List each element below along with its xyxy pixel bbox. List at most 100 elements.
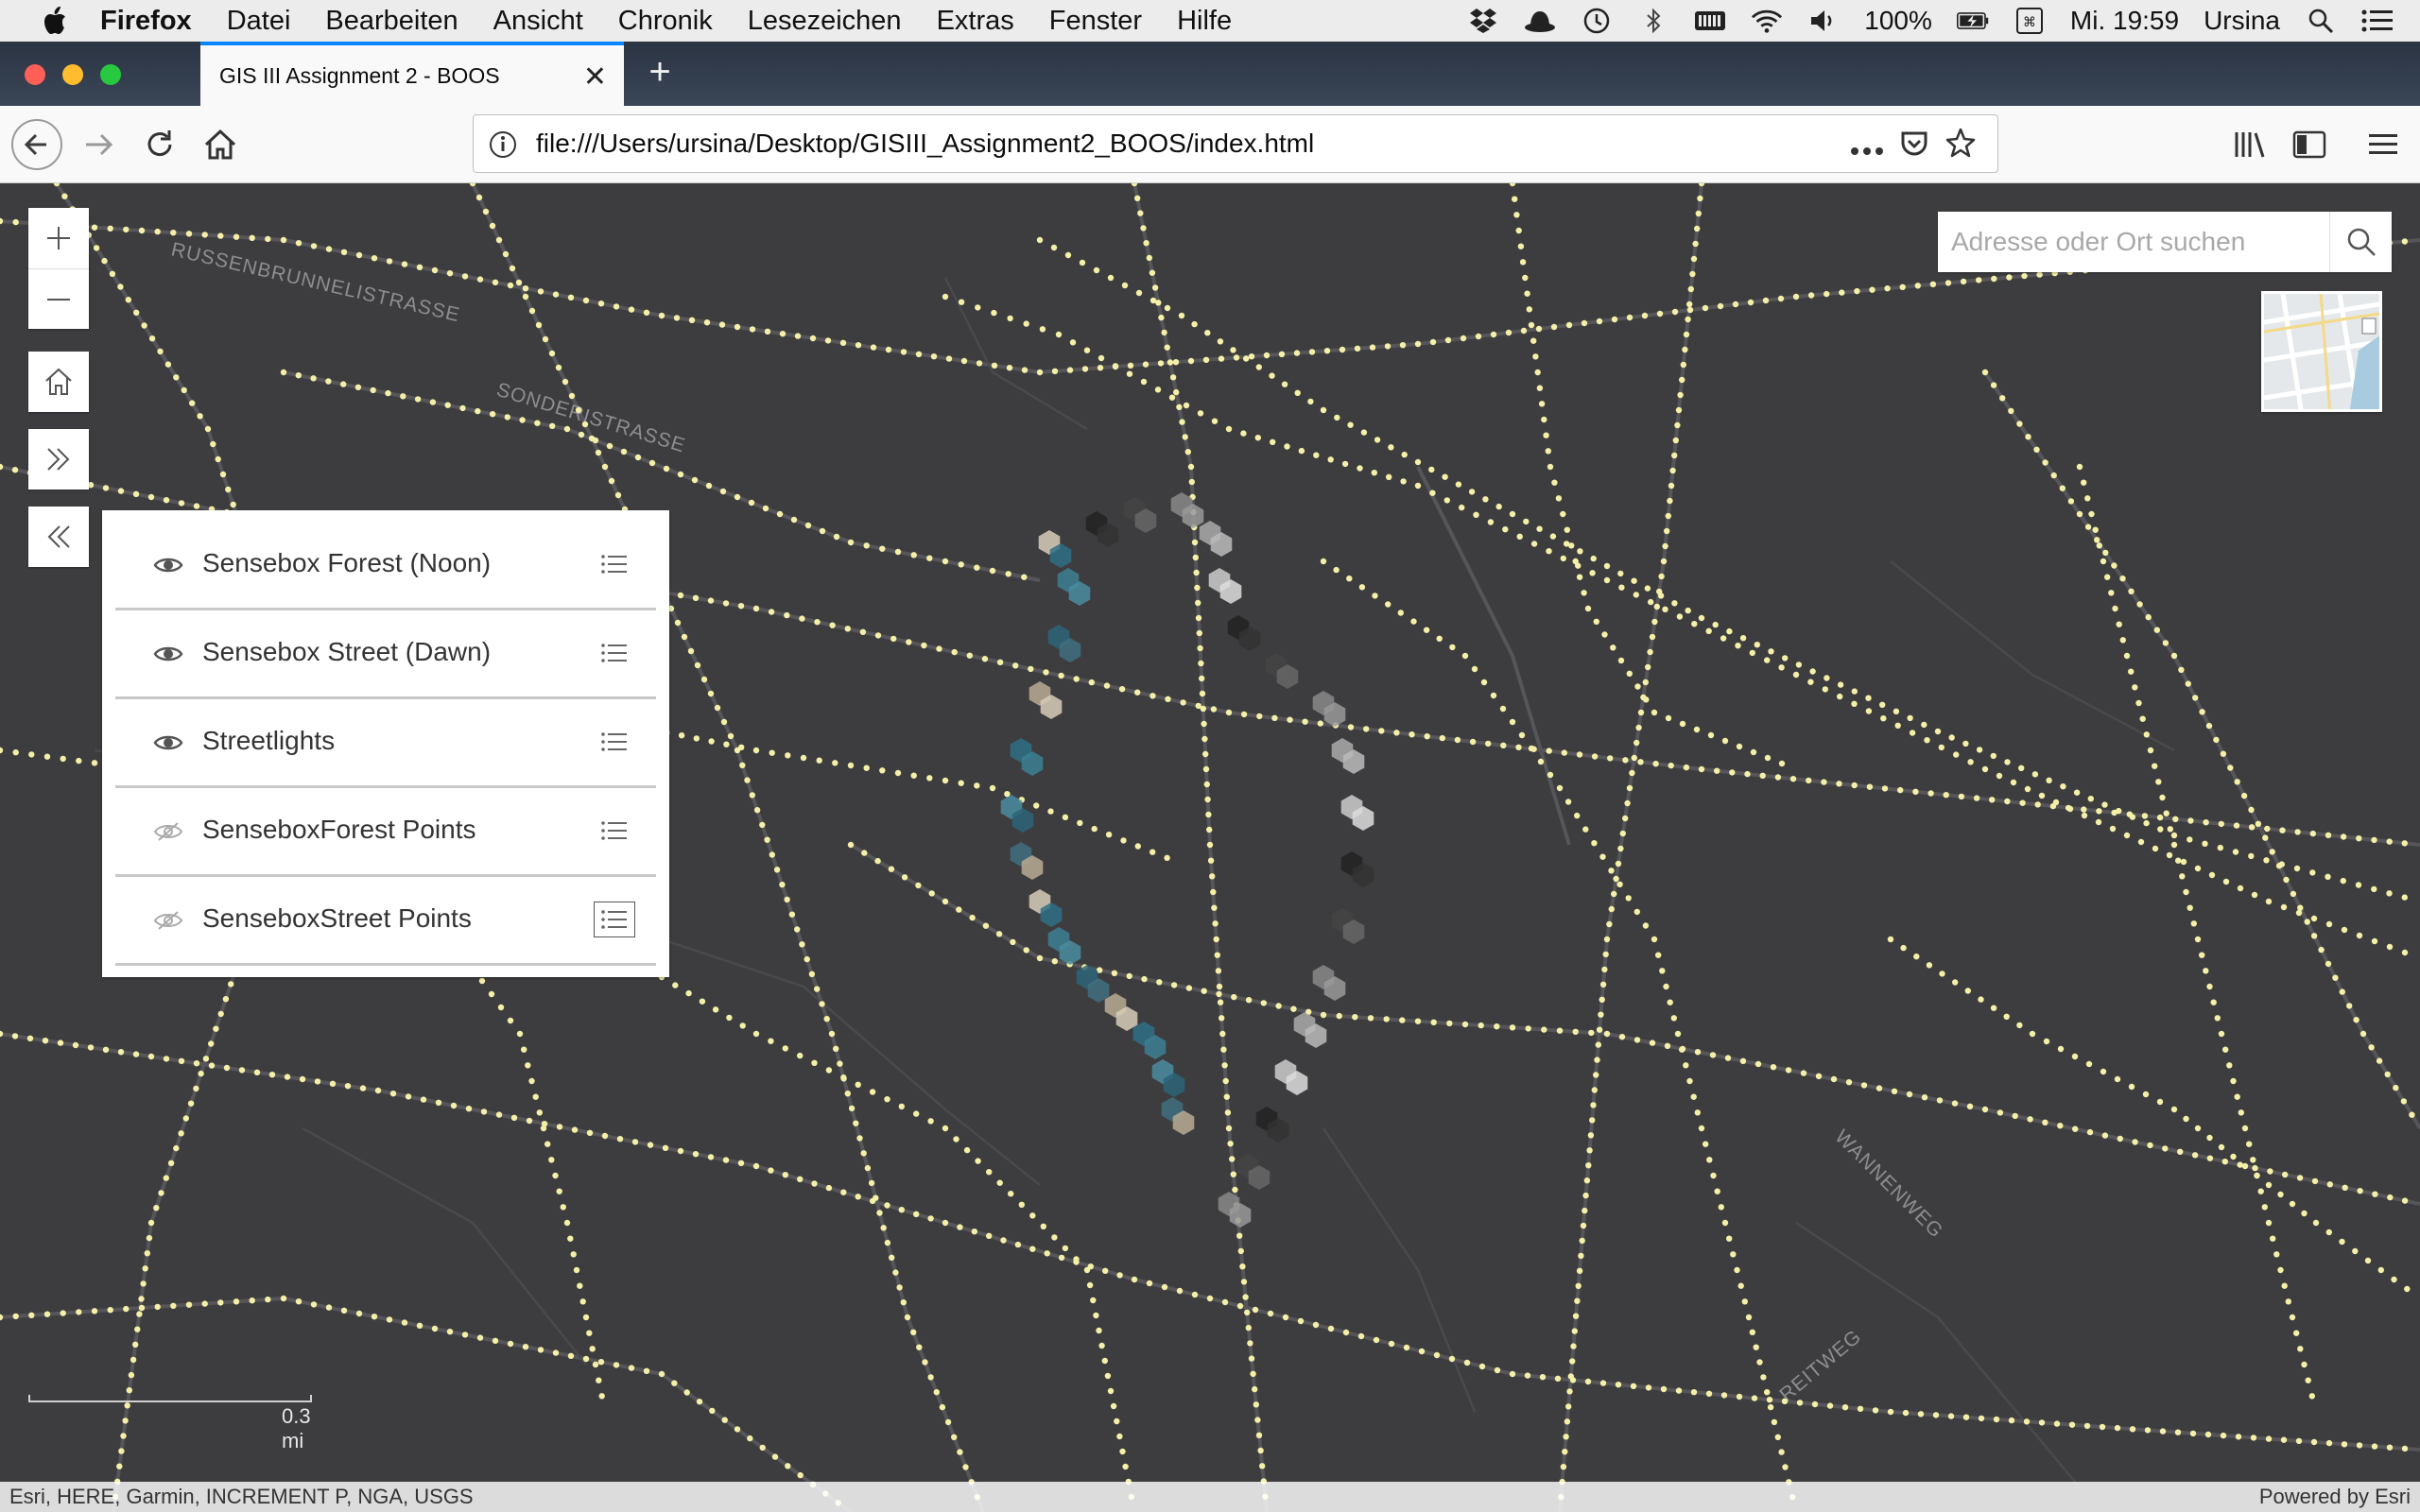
library-icon[interactable] [2223, 117, 2278, 172]
streetlight-point [2360, 1030, 2367, 1038]
close-tab-icon[interactable]: ✕ [583, 60, 607, 94]
streetlight-point [193, 1085, 199, 1092]
expand-panel-button[interactable] [28, 429, 89, 490]
keyboard-icon[interactable] [1694, 7, 1726, 35]
overview-map[interactable] [2261, 291, 2382, 412]
menu-ansicht[interactable]: Ansicht [493, 6, 583, 37]
tab-gis-assignment[interactable]: GIS III Assignment 2 - BOOS ✕ [200, 42, 624, 106]
zoom-in-button[interactable] [28, 208, 89, 268]
wifi-icon[interactable] [1751, 7, 1783, 35]
zoom-window-button[interactable] [100, 64, 121, 85]
streetlight-point [592, 437, 599, 444]
layer-item[interactable]: Sensebox Street (Dawn) [115, 610, 656, 699]
address-search-input[interactable] [1938, 212, 2329, 272]
streetlight-point [2132, 1139, 2138, 1145]
menu-datei[interactable]: Datei [227, 6, 291, 37]
menu-lesezeichen[interactable]: Lesezeichen [748, 6, 902, 37]
hat-icon[interactable] [1524, 7, 1556, 35]
forward-button[interactable] [72, 117, 127, 172]
menubar-user[interactable]: Ursina [2204, 6, 2280, 36]
reload-button[interactable] [132, 117, 187, 172]
collapse-panel-button[interactable] [28, 507, 89, 567]
streetlight-point [874, 857, 881, 865]
menu-extras[interactable]: Extras [937, 6, 1014, 37]
visibility-on-icon[interactable] [153, 641, 183, 667]
streetlight-point [2199, 709, 2205, 715]
home-button[interactable] [193, 117, 248, 172]
streetlight-point [975, 304, 981, 311]
map-view[interactable]: RUSSENBRUNNELISTRASSE SONDERISTRASSE WAN… [0, 183, 2420, 1512]
battery-icon[interactable] [1956, 7, 1989, 35]
streetlight-point [957, 1449, 963, 1455]
layer-item[interactable]: SenseboxStreet Points [115, 877, 656, 966]
input-menu-icon[interactable]: ⌘ [2014, 7, 2046, 35]
bookmark-star-icon[interactable] [1945, 127, 1977, 165]
streetlight-point [11, 467, 19, 473]
menu-hilfe[interactable]: Hilfe [1177, 6, 1232, 37]
pocket-icon[interactable] [1899, 129, 1929, 165]
streetlight-point [699, 998, 706, 1005]
layer-legend-icon[interactable] [594, 546, 635, 582]
bluetooth-icon[interactable] [1637, 7, 1669, 35]
layer-legend-icon[interactable] [594, 724, 635, 760]
streetlight-point [2267, 1168, 2273, 1175]
url-text[interactable]: file:///Users/ursina/Desktop/GISIII_Assi… [536, 129, 1314, 159]
zoom-out-button[interactable] [28, 268, 89, 329]
visibility-off-icon[interactable] [153, 907, 183, 934]
visibility-on-icon[interactable] [153, 730, 183, 756]
url-bar[interactable]: file:///Users/ursina/Desktop/GISIII_Assi… [473, 114, 1998, 173]
layer-item[interactable]: SenseboxForest Points [115, 788, 656, 877]
streetlight-point [782, 1045, 788, 1052]
menu-bearbeiten[interactable]: Bearbeiten [325, 6, 458, 37]
streetlight-point [1102, 1267, 1109, 1275]
visibility-on-icon[interactable] [153, 552, 183, 578]
streetlight-point [2254, 1172, 2260, 1179]
streetlight-point [1111, 970, 1118, 976]
spotlight-icon[interactable] [2305, 7, 2337, 35]
time-machine-icon[interactable] [1581, 7, 1613, 35]
page-actions-icon[interactable] [1850, 132, 1884, 163]
menubar-clock[interactable]: Mi. 19:59 [2070, 6, 2179, 36]
layer-item[interactable]: Sensebox Forest (Noon) [115, 522, 656, 610]
powered-by-esri[interactable]: Powered by Esri [2259, 1485, 2411, 1509]
sidebar-toggle-icon[interactable] [2282, 117, 2337, 172]
close-window-button[interactable] [25, 64, 45, 85]
streetlight-point [1414, 340, 1422, 348]
home-extent-button[interactable] [28, 352, 89, 412]
volume-icon[interactable] [1807, 7, 1840, 35]
streetlight-point [1176, 1287, 1184, 1295]
streetlight-point [1141, 975, 1148, 983]
dropbox-icon[interactable] [1467, 7, 1499, 35]
menu-chronik[interactable]: Chronik [618, 6, 713, 37]
menu-app-firefox[interactable]: Firefox [100, 6, 192, 37]
search-button[interactable] [2329, 212, 2392, 272]
notification-center-icon[interactable] [2361, 7, 2394, 35]
hamburger-menu-icon[interactable] [2356, 117, 2411, 172]
streetlight-point [1495, 503, 1502, 510]
layer-legend-icon[interactable] [594, 813, 635, 849]
streetlight-point [1736, 743, 1743, 750]
streetlight-point [2135, 699, 2142, 707]
new-tab-button[interactable]: + [639, 51, 681, 93]
minimize-window-button[interactable] [62, 64, 83, 85]
streetlight-point [299, 1075, 306, 1083]
info-icon[interactable] [489, 130, 517, 165]
streetlight-point [1909, 730, 1916, 736]
streetlight-point [1899, 284, 1906, 290]
layer-item[interactable]: Streetlights [115, 699, 656, 788]
streetlight-point [1830, 1075, 1838, 1083]
streetlight-point [2218, 820, 2224, 828]
streetlight-point [2357, 1188, 2363, 1194]
apple-icon[interactable] [38, 4, 72, 38]
streetlight-point [1912, 788, 1919, 795]
layer-legend-icon[interactable] [594, 902, 635, 937]
back-button[interactable] [9, 117, 64, 172]
layer-legend-icon[interactable] [594, 635, 635, 671]
menu-fenster[interactable]: Fenster [1049, 6, 1142, 37]
visibility-off-icon[interactable] [153, 818, 183, 845]
attribution-sources[interactable]: Esri, HERE, Garmin, INCREMENT P, NGA, US… [9, 1485, 474, 1509]
streetlight-point [628, 306, 635, 313]
streetlight-point [1629, 769, 1635, 777]
streetlight-point [963, 1146, 971, 1154]
streetlight-point [57, 1040, 64, 1046]
